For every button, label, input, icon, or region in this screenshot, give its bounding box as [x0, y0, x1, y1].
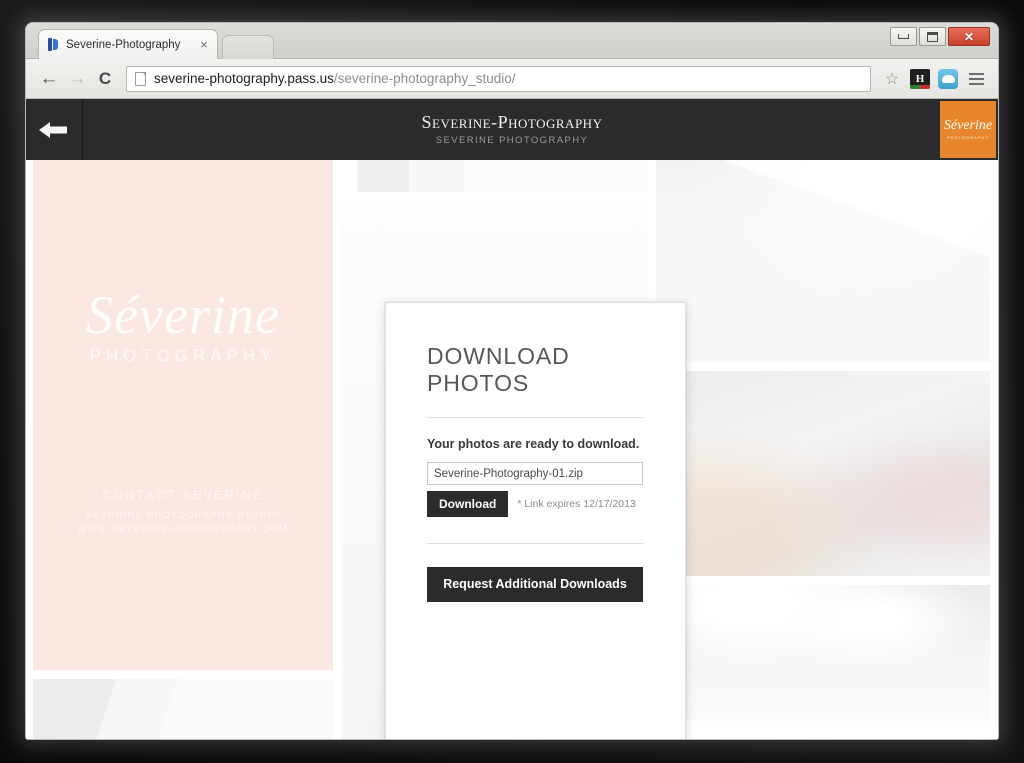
- address-bar[interactable]: severine-photography.pass.us /severine-p…: [126, 65, 871, 92]
- gallery-column-left: Séverine PHOTOGRAPHY CONTACT SEVERINE SE…: [33, 160, 333, 739]
- site-back-button[interactable]: [26, 99, 83, 160]
- logo-sub-text: PHOTOGRAPHY: [946, 135, 990, 140]
- new-tab-button[interactable]: [222, 35, 274, 59]
- contact-line-2: SEVERINE PHOTOGRAPHY STUDIO: [85, 510, 281, 520]
- maximize-icon: [927, 31, 938, 42]
- photo-right-3[interactable]: [656, 585, 990, 721]
- logo-script-text: Séverine: [943, 118, 993, 133]
- site-title: Severine-Photography: [421, 111, 603, 132]
- site-subtitle: SEVERINE PHOTOGRAPHY: [435, 135, 589, 147]
- request-additional-downloads-button[interactable]: Request Additional Downloads: [427, 567, 643, 602]
- back-button[interactable]: ←: [35, 65, 63, 93]
- gallery-column-right: [656, 160, 990, 739]
- close-window-button[interactable]: ✕: [948, 27, 990, 46]
- download-expiry-note: * Link expires 12/17/2013: [517, 498, 636, 510]
- tab-close-icon[interactable]: ×: [197, 38, 211, 51]
- forward-button[interactable]: →: [63, 65, 91, 93]
- site-title-block: Severine-Photography SEVERINE PHOTOGRAPH…: [83, 99, 998, 160]
- maximize-button[interactable]: [919, 27, 946, 46]
- download-action-row: Download * Link expires 12/17/2013: [427, 491, 644, 517]
- download-panel-title: DOWNLOAD PHOTOS: [427, 343, 644, 418]
- photo-mid-top[interactable]: [342, 160, 647, 192]
- url-path: /severine-photography_studio/: [333, 71, 516, 86]
- site-header: Severine-Photography SEVERINE PHOTOGRAPH…: [26, 99, 998, 160]
- window-controls: ✕: [890, 27, 990, 46]
- brand-panel-script: Séverine: [86, 285, 280, 345]
- back-arrow-icon: [39, 121, 67, 138]
- download-ready-text: Your photos are ready to download.: [427, 437, 640, 451]
- browser-tab-severine-photography[interactable]: Severine-Photography ×: [38, 29, 218, 59]
- browser-tabstrip: Severine-Photography × ✕: [26, 23, 998, 59]
- contact-line-3: WWW.SEVERINE-PHOTOGRAPHY.COM: [77, 524, 289, 534]
- brand-panel-contact: CONTACT SEVERINE SEVERINE PHOTOGRAPHY ST…: [78, 488, 288, 534]
- browser-menu-button[interactable]: [963, 66, 989, 92]
- star-icon: ☆: [884, 70, 900, 88]
- favicon-icon: [48, 38, 59, 51]
- download-filename-value: Severine-Photography-01.zip: [434, 467, 583, 480]
- page-info-icon: [135, 71, 146, 86]
- h-extension-icon: H: [910, 68, 930, 89]
- brand-panel-sub: PHOTOGRAPHY: [89, 346, 277, 365]
- page-viewport: Severine-Photography SEVERINE PHOTOGRAPH…: [26, 99, 998, 739]
- photo-left-brand-panel[interactable]: Séverine PHOTOGRAPHY CONTACT SEVERINE SE…: [33, 160, 333, 670]
- download-photos-panel: DOWNLOAD PHOTOS Your photos are ready to…: [385, 302, 686, 739]
- minimize-button[interactable]: [890, 27, 917, 46]
- reload-button[interactable]: C: [91, 65, 119, 93]
- download-filename-field[interactable]: Severine-Photography-01.zip: [427, 462, 643, 485]
- download-panel-divider: [427, 543, 644, 544]
- cloud-icon: [938, 68, 958, 89]
- site-logo-badge[interactable]: Séverine PHOTOGRAPHY: [939, 100, 997, 159]
- extension-cloud-button[interactable]: [935, 66, 961, 92]
- url-host: severine-photography.pass.us: [154, 71, 334, 86]
- tab-title: Severine-Photography: [66, 38, 181, 51]
- browser-window: Severine-Photography × ✕ ← → C severine-…: [25, 22, 999, 740]
- browser-toolbar: ← → C severine-photography.pass.us /seve…: [26, 59, 998, 99]
- close-icon: ✕: [963, 29, 975, 44]
- photo-right-1[interactable]: [656, 160, 990, 362]
- minimize-icon: [898, 34, 909, 39]
- photo-left-bottom[interactable]: [33, 679, 333, 739]
- contact-line-1: CONTACT SEVERINE: [102, 488, 264, 502]
- download-button[interactable]: Download: [427, 491, 509, 517]
- bookmark-star-button[interactable]: ☆: [879, 66, 905, 92]
- photo-right-2[interactable]: [656, 371, 990, 576]
- hamburger-menu-icon: [968, 72, 984, 85]
- extension-h-button[interactable]: H: [907, 66, 933, 92]
